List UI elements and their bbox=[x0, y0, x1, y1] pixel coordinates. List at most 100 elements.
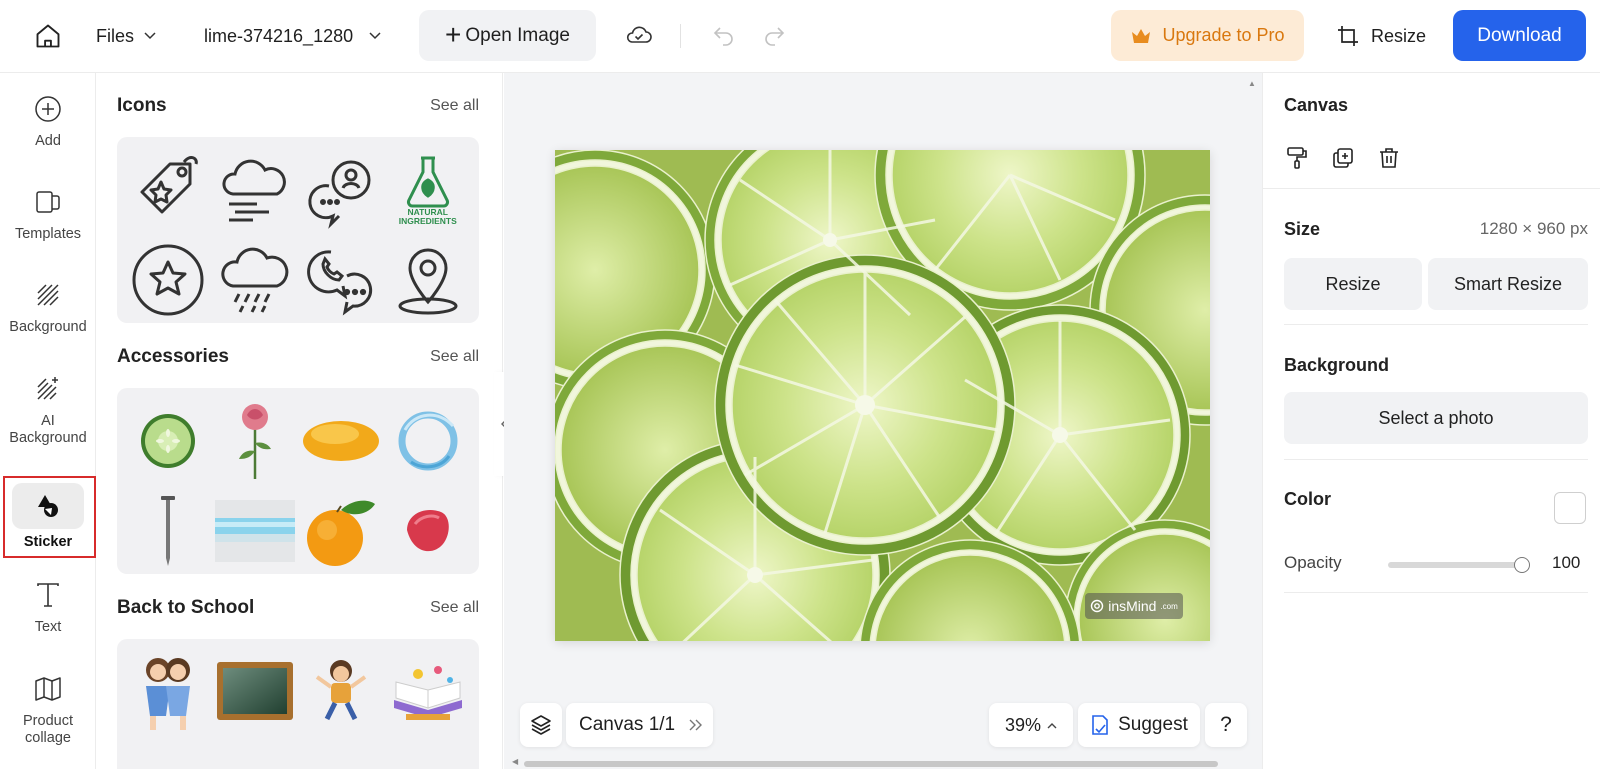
sticker-water-strip[interactable] bbox=[212, 486, 299, 576]
rail-label: Add bbox=[35, 133, 61, 149]
format-painter-button[interactable] bbox=[1284, 145, 1310, 171]
sticker-nail[interactable] bbox=[125, 486, 212, 576]
canvas-section-title: Canvas bbox=[1284, 95, 1349, 115]
sticker-tag-star[interactable] bbox=[125, 145, 212, 235]
sticker-natural-ingredients[interactable]: NATURAL INGREDIENTS bbox=[385, 145, 472, 235]
canvas-workspace[interactable]: ▲ insMind .com Canvas 1/1 39% Suggest ? … bbox=[504, 73, 1262, 769]
rail-label: Templates bbox=[14, 226, 82, 242]
section-title: Icons bbox=[117, 95, 167, 116]
filename-menu[interactable]: lime-374216_1280 bbox=[204, 22, 381, 50]
see-all-link[interactable]: See all bbox=[430, 348, 479, 366]
cloud-sync-button[interactable] bbox=[622, 20, 656, 52]
sticker-chat-user[interactable] bbox=[298, 145, 385, 235]
rail-item-product-collage[interactable]: Product collage bbox=[0, 673, 96, 747]
sticker-water-splash[interactable] bbox=[385, 396, 472, 486]
suggest-icon bbox=[1092, 715, 1108, 735]
map-icon bbox=[35, 677, 61, 701]
canvas-size-value: 1280 × 960 px bbox=[1479, 219, 1588, 238]
open-image-label: Open Image bbox=[465, 24, 570, 46]
select-photo-button[interactable]: Select a photo bbox=[1284, 392, 1588, 444]
sticker-rose[interactable] bbox=[212, 396, 299, 486]
properties-panel: Canvas Size 1280 × 960 px Resize Smart R… bbox=[1262, 73, 1600, 769]
water-strip-icon bbox=[214, 500, 295, 562]
watermark-text: insMind bbox=[1108, 598, 1157, 614]
duplicate-button[interactable] bbox=[1330, 145, 1356, 171]
chat-user-icon bbox=[308, 160, 371, 229]
sticker-phone-chat[interactable] bbox=[298, 235, 385, 325]
canvas-resize-button[interactable]: Resize bbox=[1284, 258, 1422, 310]
badge-text: NATURAL INGREDIENTS bbox=[398, 207, 457, 226]
help-label: ? bbox=[1220, 713, 1232, 736]
download-button[interactable]: Download bbox=[1453, 10, 1586, 61]
canvas-actions bbox=[1284, 145, 1402, 171]
delete-button[interactable] bbox=[1376, 145, 1402, 171]
see-all-link[interactable]: See all bbox=[430, 599, 479, 617]
suggest-button[interactable]: Suggest bbox=[1078, 703, 1200, 747]
zoom-control[interactable]: 39% bbox=[989, 703, 1073, 747]
cloud-check-icon bbox=[626, 26, 652, 43]
redo-button[interactable] bbox=[760, 22, 788, 50]
rail-item-ai-background[interactable]: AI Background bbox=[0, 373, 96, 447]
rail-item-add[interactable]: Add bbox=[0, 93, 96, 150]
horizontal-scrollbar[interactable] bbox=[524, 761, 1218, 767]
rail-item-templates[interactable]: Templates bbox=[0, 186, 96, 243]
orange-icon bbox=[307, 500, 376, 566]
scroll-up-arrow[interactable]: ▲ bbox=[1248, 79, 1256, 88]
smart-resize-button[interactable]: Smart Resize bbox=[1428, 258, 1588, 310]
watermark: insMind .com bbox=[1085, 593, 1183, 619]
water-splash-icon bbox=[398, 411, 458, 471]
home-button[interactable] bbox=[30, 18, 66, 54]
sticker-mango[interactable] bbox=[298, 396, 385, 486]
star-circle-icon bbox=[132, 244, 204, 316]
separator bbox=[1284, 592, 1588, 593]
color-swatch[interactable] bbox=[1554, 492, 1586, 524]
text-icon bbox=[37, 583, 59, 607]
school-kids-icon bbox=[146, 658, 191, 730]
sticker-open-book[interactable] bbox=[385, 647, 472, 737]
sticker-cloud-wind[interactable] bbox=[212, 145, 299, 235]
rail-item-text[interactable]: Text bbox=[0, 579, 96, 636]
chevron-down-icon bbox=[369, 32, 381, 40]
plus-circle-icon bbox=[35, 96, 61, 122]
resize-button[interactable]: Resize bbox=[1337, 20, 1426, 52]
canvas-pager-label: Canvas 1/1 bbox=[579, 714, 676, 735]
crown-icon bbox=[1132, 28, 1151, 43]
sticker-star-circle[interactable] bbox=[125, 235, 212, 325]
separator bbox=[1263, 188, 1600, 189]
mango-icon bbox=[303, 421, 380, 461]
opacity-slider[interactable] bbox=[1388, 557, 1530, 573]
flask-leaf-icon bbox=[406, 156, 449, 208]
left-tool-rail: Add Templates Background AI Background S… bbox=[0, 73, 96, 769]
home-icon bbox=[36, 24, 60, 48]
sticker-cucumber[interactable] bbox=[125, 396, 212, 486]
see-all-link[interactable]: See all bbox=[430, 97, 479, 115]
upgrade-to-pro-button[interactable]: Upgrade to Pro bbox=[1111, 10, 1304, 61]
canvas-image[interactable]: insMind .com bbox=[555, 150, 1210, 641]
layers-button[interactable] bbox=[520, 703, 562, 747]
files-menu[interactable]: Files bbox=[96, 22, 156, 50]
sticker-rose-petal[interactable] bbox=[385, 486, 472, 576]
rail-label: AI Background bbox=[9, 413, 87, 446]
ai-hatch-icon bbox=[37, 377, 58, 400]
canvas-pager[interactable]: Canvas 1/1 bbox=[566, 703, 713, 747]
lime-slices-photo bbox=[555, 150, 1210, 641]
files-label: Files bbox=[96, 25, 135, 46]
scroll-left-arrow[interactable]: ◀ bbox=[512, 757, 518, 766]
sticker-location-pin[interactable] bbox=[385, 235, 472, 325]
rail-item-background[interactable]: Background bbox=[0, 279, 96, 336]
sticker-jumping-kid[interactable] bbox=[298, 647, 385, 737]
sticker-cloud-rain[interactable] bbox=[212, 235, 299, 325]
filename-label: lime-374216_1280 bbox=[204, 25, 354, 46]
sticker-chalkboard[interactable] bbox=[212, 647, 299, 737]
section-title: Back to School bbox=[117, 597, 255, 618]
jumping-kid-icon bbox=[316, 660, 367, 721]
sticker-school-kids[interactable] bbox=[125, 647, 212, 737]
open-image-button[interactable]: + Open Image bbox=[419, 10, 596, 61]
watermark-suffix: .com bbox=[1160, 601, 1178, 611]
select-photo-label: Select a photo bbox=[1378, 407, 1494, 428]
help-button[interactable]: ? bbox=[1205, 703, 1247, 747]
undo-button[interactable] bbox=[710, 22, 738, 50]
suggest-label: Suggest bbox=[1118, 714, 1188, 735]
opacity-slider-thumb[interactable] bbox=[1514, 557, 1530, 573]
sticker-orange[interactable] bbox=[298, 486, 385, 576]
